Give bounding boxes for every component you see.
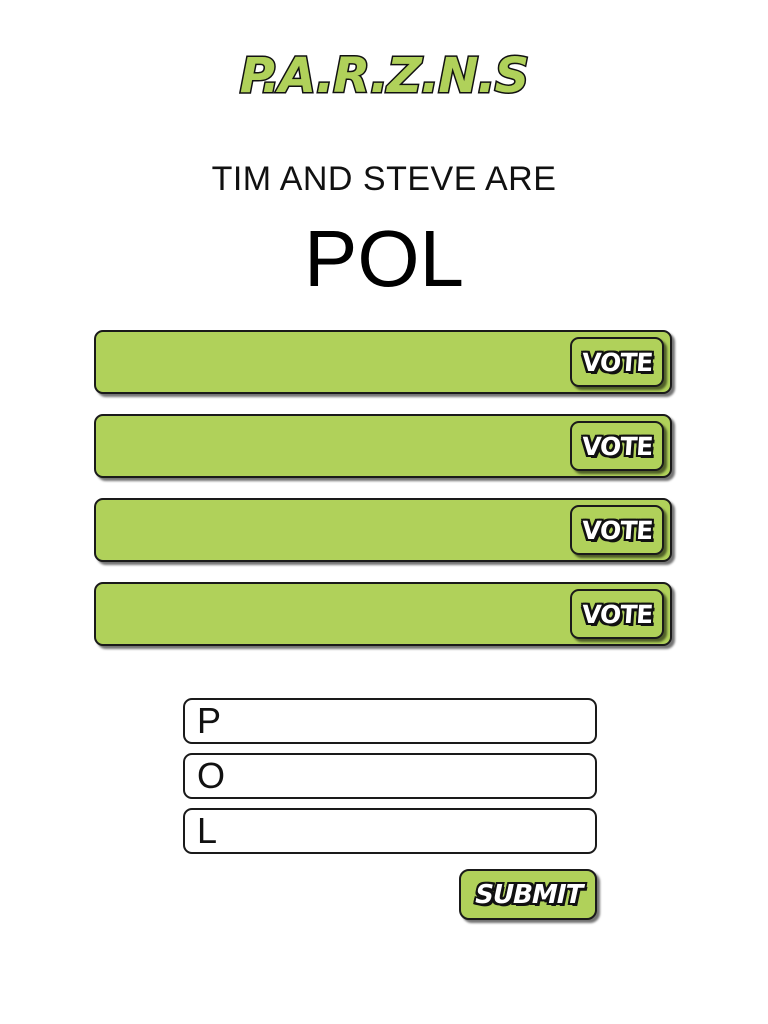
vote-button-label: VOTE <box>580 347 654 377</box>
vote-button-label: VOTE <box>580 431 654 461</box>
vote-button[interactable]: VOTE <box>570 337 664 387</box>
letter-p-input[interactable] <box>183 698 597 744</box>
answer-row: VOTE <box>94 414 672 478</box>
vote-button[interactable]: VOTE <box>570 421 664 471</box>
prompt-text: TIM AND STEVE ARE <box>211 160 557 198</box>
answer-row: VOTE <box>94 498 672 562</box>
submit-button-label: SUBMIT <box>471 879 585 910</box>
submit-button[interactable]: SUBMIT <box>459 869 597 920</box>
parzns-logo-art: P.A.R.Z.N.S <box>238 50 530 102</box>
vote-button-label: VOTE <box>580 599 654 629</box>
vote-button[interactable]: VOTE <box>570 505 664 555</box>
answer-row: VOTE <box>94 330 672 394</box>
vote-button[interactable]: VOTE <box>570 589 664 639</box>
acronym-display: POL <box>303 214 465 303</box>
logo-text: P.A.R.Z.N.S <box>240 50 528 102</box>
parzns-logo: P.A.R.Z.N.S <box>232 50 536 102</box>
letter-l-input[interactable] <box>183 808 597 854</box>
answer-row: VOTE <box>94 582 672 646</box>
letter-o-input[interactable] <box>183 753 597 799</box>
vote-button-label: VOTE <box>580 515 654 545</box>
